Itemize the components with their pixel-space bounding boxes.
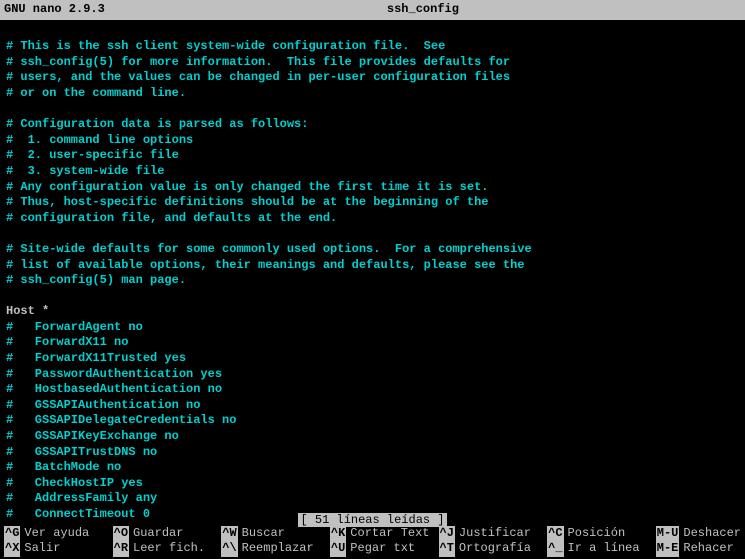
shortcut-key: ^K — [330, 526, 346, 542]
editor-line: # Configuration data is parsed as follow… — [6, 117, 739, 133]
shortcut-item[interactable]: ^W Buscar — [221, 526, 328, 542]
editor-line: # GSSAPIAuthentication no — [6, 398, 739, 414]
editor-line: # GSSAPIDelegateCredentials no — [6, 413, 739, 429]
shortcut-item[interactable]: ^\ Reemplazar — [221, 541, 328, 557]
shortcut-key: ^G — [4, 526, 20, 542]
shortcut-key: ^U — [330, 541, 346, 557]
editor-line: # ForwardAgent no — [6, 320, 739, 336]
shortcut-label: Deshacer — [683, 526, 741, 542]
shortcut-item[interactable]: ^RLeer fich. — [113, 541, 220, 557]
shortcut-key: ^_ — [547, 541, 563, 557]
shortcut-key: ^W — [221, 526, 237, 542]
editor-line: # ssh_config(5) for more information. Th… — [6, 55, 739, 71]
editor-line: # This is the ssh client system-wide con… — [6, 39, 739, 55]
shortcut-label: Guardar — [133, 526, 183, 542]
editor-line: # users, and the values can be changed i… — [6, 70, 739, 86]
shortcut-key: ^X — [4, 541, 20, 557]
editor-line — [6, 289, 739, 305]
editor-line: # AddressFamily any — [6, 491, 739, 507]
shortcut-key: M-U — [656, 526, 680, 542]
editor-line: # 1. command line options — [6, 133, 739, 149]
editor-line: # Any configuration value is only change… — [6, 180, 739, 196]
editor-line: # list of available options, their meani… — [6, 258, 739, 274]
editor-line: # BatchMode no — [6, 460, 739, 476]
editor-line: # HostbasedAuthentication no — [6, 382, 739, 398]
shortcut-item[interactable]: ^GVer ayuda — [4, 526, 111, 542]
shortcut-key: M-E — [656, 541, 680, 557]
editor-line: # Site-wide defaults for some commonly u… — [6, 242, 739, 258]
editor-line — [6, 24, 739, 40]
editor-line — [6, 226, 739, 242]
shortcut-key: ^J — [439, 526, 455, 542]
editor-line: # PasswordAuthentication yes — [6, 367, 739, 383]
shortcut-key: ^O — [113, 526, 129, 542]
shortcut-label: Leer fich. — [133, 541, 205, 557]
editor-line: # configuration file, and defaults at th… — [6, 211, 739, 227]
shortcut-key: ^\ — [221, 541, 237, 557]
shortcut-key: ^T — [439, 541, 455, 557]
shortcut-label: Ir a línea — [568, 541, 640, 557]
shortcut-item[interactable]: M-ERehacer — [656, 541, 741, 557]
host-directive: Host * — [6, 304, 739, 320]
shortcut-item[interactable]: M-UDeshacer — [656, 526, 741, 542]
shortcut-item[interactable]: ^_ Ir a línea — [547, 541, 654, 557]
editor-line: # ForwardX11Trusted yes — [6, 351, 739, 367]
shortcut-item[interactable]: ^OGuardar — [113, 526, 220, 542]
editor-line: # GSSAPITrustDNS no — [6, 445, 739, 461]
shortcut-key: ^R — [113, 541, 129, 557]
shortcut-label: Pegar txt — [350, 541, 415, 557]
titlebar: GNU nano 2.9.3 ssh_config — [0, 0, 745, 20]
editor-content[interactable]: # This is the ssh client system-wide con… — [0, 20, 745, 527]
shortcut-item[interactable]: ^XSalir — [4, 541, 111, 557]
shortcut-label: Ortografía — [459, 541, 531, 557]
editor-line: # Thus, host-specific definitions should… — [6, 195, 739, 211]
shortcut-label: Buscar — [242, 526, 285, 542]
editor-line: # 3. system-wide file — [6, 164, 739, 180]
editor-line: # or on the command line. — [6, 86, 739, 102]
shortcut-item[interactable]: ^TOrtografía — [439, 541, 546, 557]
shortcut-label: Cortar Text — [350, 526, 429, 542]
shortcut-item[interactable]: ^UPegar txt — [330, 541, 437, 557]
shortcut-label: Reemplazar — [242, 541, 314, 557]
shortcut-label: Rehacer — [683, 541, 733, 557]
editor-line: # GSSAPIKeyExchange no — [6, 429, 739, 445]
shortcut-key: ^C — [547, 526, 563, 542]
shortcut-label: Posición — [568, 526, 626, 542]
shortcut-bar: ^GVer ayuda^XSalir^OGuardar^RLeer fich.^… — [0, 526, 745, 559]
shortcut-item[interactable]: ^C Posición — [547, 526, 654, 542]
editor-line: # ForwardX11 no — [6, 335, 739, 351]
shortcut-label: Ver ayuda — [24, 526, 89, 542]
shortcut-label: Justificar — [459, 526, 531, 542]
shortcut-item[interactable]: ^KCortar Text — [330, 526, 437, 542]
shortcut-label: Salir — [24, 541, 60, 557]
app-name: GNU nano 2.9.3 — [4, 2, 105, 18]
shortcut-item[interactable]: ^JJustificar — [439, 526, 546, 542]
editor-line: # CheckHostIP yes — [6, 476, 739, 492]
editor-line: # ssh_config(5) man page. — [6, 273, 739, 289]
editor-line — [6, 102, 739, 118]
editor-line: # 2. user-specific file — [6, 148, 739, 164]
filename: ssh_config — [105, 2, 741, 18]
